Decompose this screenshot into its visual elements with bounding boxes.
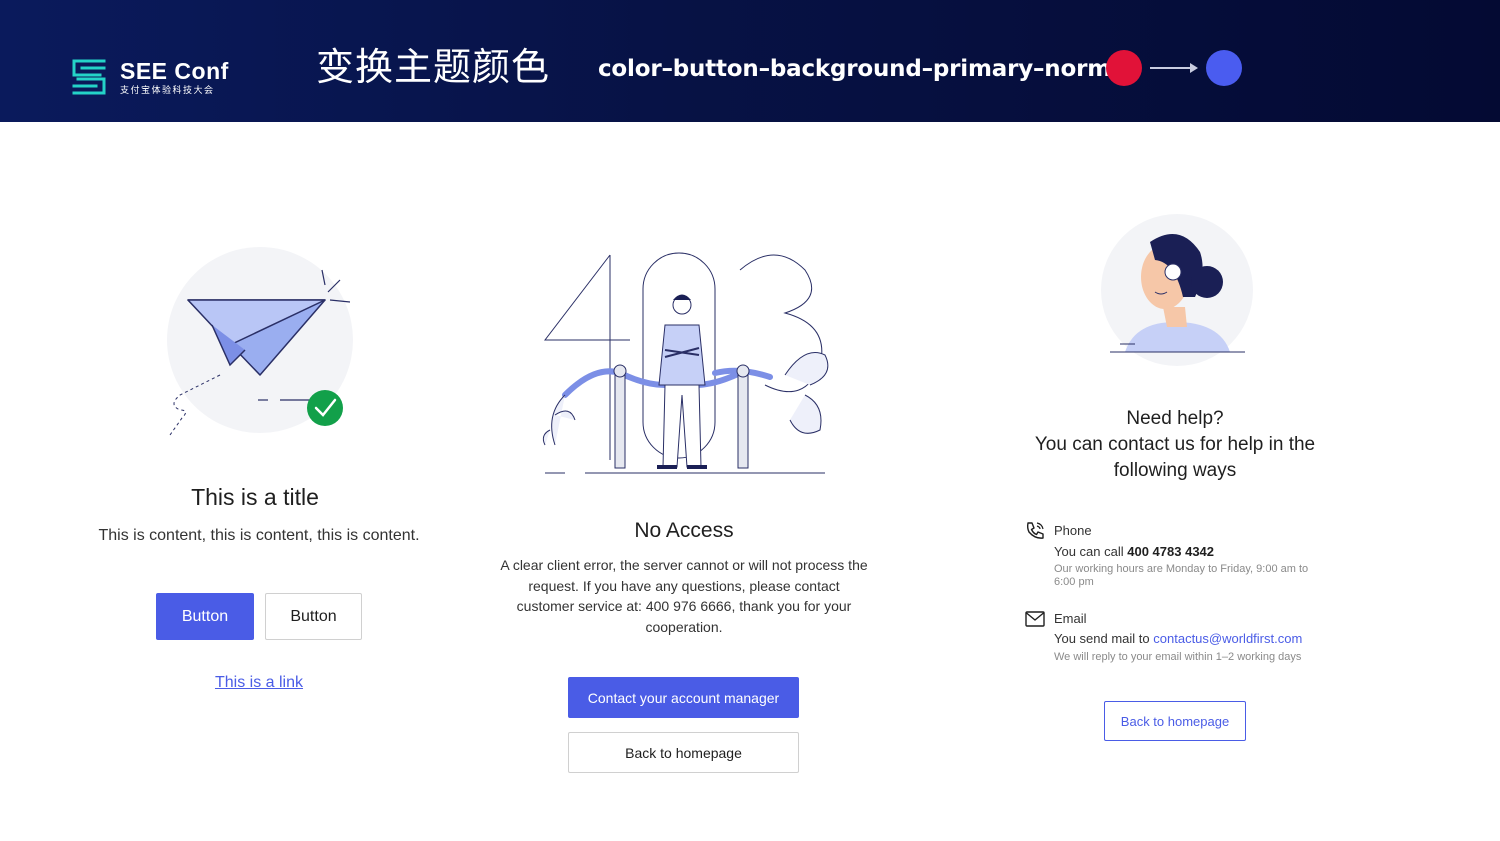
mail-icon bbox=[1025, 611, 1045, 627]
forbidden-title: No Access bbox=[634, 519, 734, 542]
from-color-swatch bbox=[1106, 50, 1142, 86]
email-line: You send mail to contactus@worldfirst.co… bbox=[1054, 631, 1303, 646]
phone-number[interactable]: 400 4783 4342 bbox=[1127, 544, 1214, 559]
help-heading: Need help? You can contact us for help i… bbox=[1034, 408, 1316, 481]
see-conf-logo: SEE Conf 支付宝体验科技大会 bbox=[70, 58, 229, 96]
to-color-swatch bbox=[1206, 50, 1242, 86]
default-button[interactable]: Button bbox=[265, 593, 362, 640]
back-to-homepage-button[interactable]: Back to homepage bbox=[568, 732, 799, 773]
text-link[interactable]: This is a link bbox=[160, 672, 358, 694]
contact-manager-button[interactable]: Contact your account manager bbox=[568, 677, 799, 718]
forbidden-body: A clear client error, the server cannot … bbox=[500, 557, 868, 635]
support-agent-illustration bbox=[1101, 214, 1253, 366]
result-title: This is a title bbox=[191, 484, 319, 510]
phone-line: You can call 400 4783 4342 bbox=[1054, 544, 1215, 559]
phone-icon bbox=[1026, 522, 1044, 539]
logo-subtitle: 支付宝体验科技大会 bbox=[120, 84, 215, 95]
paper-plane-check-icon bbox=[167, 247, 353, 436]
logo-title: SEE Conf bbox=[120, 57, 229, 84]
primary-button[interactable]: Button bbox=[156, 593, 254, 640]
phone-label: Phone bbox=[1054, 523, 1092, 538]
email-label: Email bbox=[1054, 611, 1087, 626]
phone-hours-note: Our working hours are Monday to Friday, … bbox=[1054, 563, 1309, 588]
slide-title: 变换主题颜色 bbox=[316, 45, 551, 89]
email-link[interactable]: contactus@worldfirst.com bbox=[1153, 631, 1302, 646]
403-guard-illustration bbox=[542, 252, 829, 474]
arrow-right-icon bbox=[1150, 63, 1198, 73]
see-conf-logo-icon bbox=[72, 59, 106, 95]
back-to-homepage-outline-button[interactable]: Back to homepage bbox=[1104, 701, 1246, 741]
header-banner: SEE Conf 支付宝体验科技大会 变换主题颜色 color–button–b… bbox=[0, 0, 1500, 122]
token-name: color–button–background–primary–normal bbox=[598, 56, 1134, 82]
result-content: This is content, this is content, this i… bbox=[98, 527, 420, 544]
email-reply-note: We will reply to your email within 1–2 w… bbox=[1054, 651, 1302, 663]
